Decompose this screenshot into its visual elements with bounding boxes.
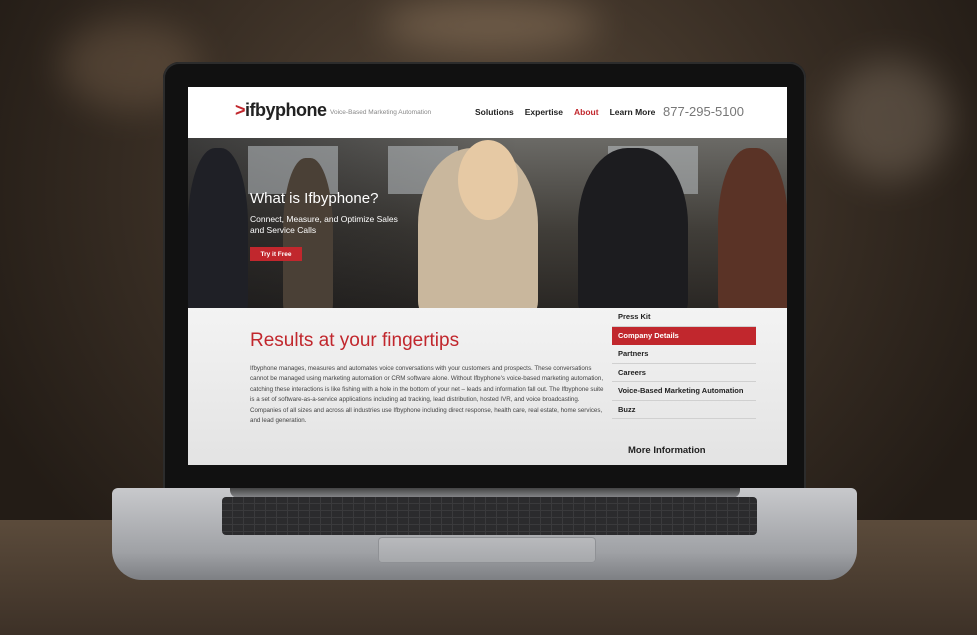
trackpad	[378, 537, 596, 563]
more-information-heading: More Information	[628, 445, 706, 456]
hero-subtitle: Connect, Measure, and Optimize Sales and…	[250, 214, 398, 235]
hero-person	[718, 148, 787, 308]
sidebar-item-voice-based-marketing-automation[interactable]: Voice-Based Marketing Automation	[612, 382, 756, 401]
hero-person	[458, 140, 518, 220]
hero-title: What is Ifbyphone?	[250, 190, 379, 207]
sidebar-item-buzz[interactable]: Buzz	[612, 401, 756, 419]
laptop-screen: >ifbyphone Voice-Based Marketing Automat…	[188, 87, 787, 465]
hero-person	[188, 148, 248, 308]
sidebar-item-company-details[interactable]: Company Details	[612, 326, 756, 345]
phone-number[interactable]: 877-295-5100	[663, 104, 744, 119]
sidebar-item-partners[interactable]: Partners	[612, 345, 756, 364]
main-nav: Solutions Expertise About Learn More	[475, 107, 655, 117]
hero-person	[578, 148, 688, 308]
sidebar-item-press-kit[interactable]: Press Kit	[612, 308, 756, 327]
nav-item-about[interactable]: About	[574, 107, 599, 117]
nav-item-learn-more[interactable]: Learn More	[610, 107, 656, 117]
site-logo[interactable]: >ifbyphone	[235, 100, 327, 121]
content-body: Ifbyphone manages, measures and automate…	[250, 365, 604, 425]
about-sidebar: Press Kit Company Details Partners Caree…	[612, 308, 756, 465]
try-it-free-button[interactable]: Try it Free	[250, 247, 302, 261]
nav-item-expertise[interactable]: Expertise	[525, 107, 563, 117]
logo-caret: >	[235, 100, 246, 120]
site-tagline: Voice-Based Marketing Automation	[330, 109, 432, 116]
sidebar-item-careers[interactable]: Careers	[612, 364, 756, 382]
background-blur	[380, 0, 600, 50]
hero-banner: What is Ifbyphone? Connect, Measure, and…	[188, 138, 787, 308]
keyboard	[222, 497, 757, 535]
background-blur	[830, 60, 950, 180]
nav-item-solutions[interactable]: Solutions	[475, 107, 514, 117]
site-header: >ifbyphone Voice-Based Marketing Automat…	[188, 87, 787, 138]
content-title: Results at your fingertips	[250, 330, 460, 351]
logo-text: ifbyphone	[245, 100, 327, 120]
